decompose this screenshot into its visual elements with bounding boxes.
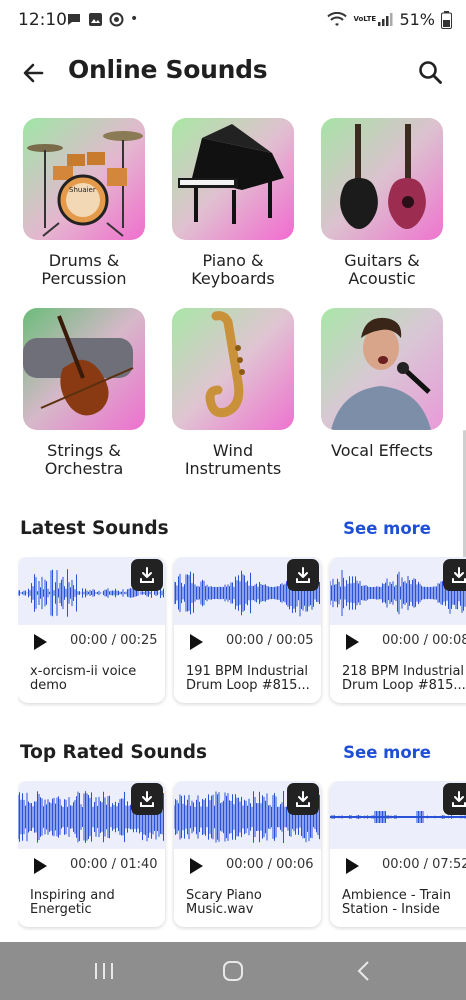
svg-text:Shuaier: Shuaier: [69, 186, 96, 194]
sound-card[interactable]: 00:00 / 00:25 x-orcism-ii voice demo: [18, 557, 165, 703]
search-icon: [419, 61, 442, 84]
play-icon[interactable]: [188, 857, 204, 875]
home-icon[interactable]: [219, 958, 247, 984]
notification-icons: •: [66, 11, 138, 27]
category-strings[interactable]: Strings & Orchestra: [22, 308, 146, 478]
play-icon[interactable]: [188, 633, 204, 651]
play-icon[interactable]: [344, 633, 360, 651]
sound-title: x-orcism-ii voice demo: [30, 664, 137, 693]
top-rated-sounds-row[interactable]: 00:00 / 01:40 Inspiring and Energetic 00…: [18, 781, 466, 931]
duration: 00:00 / 07:52: [382, 857, 466, 872]
back-arrow-icon: [23, 63, 44, 83]
piano-image: [172, 118, 294, 240]
recent-apps-icon[interactable]: [90, 958, 118, 984]
back-nav-icon[interactable]: [350, 958, 378, 984]
download-icon: [296, 791, 310, 807]
status-bar: 12:10 • VoLTE 51%: [0, 0, 466, 42]
category-piano[interactable]: Piano & Keyboards: [171, 118, 295, 288]
chat-icon: [68, 13, 80, 25]
target-icon: [109, 12, 124, 26]
download-icon: [296, 567, 310, 583]
category-label: Guitars & Acoustic: [344, 251, 420, 288]
sound-title: 191 BPM Industrial Drum Loop #815...: [186, 664, 310, 693]
latest-see-more-link[interactable]: See more: [343, 519, 431, 538]
duration: 00:00 / 01:40: [70, 857, 158, 872]
category-label: Drums & Percussion: [41, 251, 127, 288]
download-button[interactable]: [443, 783, 466, 815]
download-button[interactable]: [287, 559, 319, 591]
play-icon[interactable]: [32, 633, 48, 651]
category-label: Vocal Effects: [330, 441, 433, 460]
sound-card[interactable]: 00:00 / 00:05 191 BPM Industrial Drum Lo…: [174, 557, 321, 703]
status-time: 12:10: [18, 10, 67, 30]
category-label: Piano & Keyboards: [191, 251, 275, 288]
notification-dot: •: [130, 11, 139, 27]
download-button[interactable]: [131, 783, 163, 815]
sound-title: Ambience - Train Station - Inside: [342, 888, 451, 917]
signal-icon: [378, 12, 393, 26]
page-title: Online Sounds: [68, 55, 268, 84]
play-icon[interactable]: [344, 857, 360, 875]
top-rated-sounds-title: Top Rated Sounds: [20, 742, 207, 763]
saxophone-image: [172, 308, 294, 430]
download-icon: [452, 791, 466, 807]
sound-card[interactable]: 00:00 / 00:06 Scary Piano Music.wav: [174, 781, 321, 927]
sound-card[interactable]: 00:00 / 07:52 Ambience - Train Station -…: [330, 781, 466, 927]
duration: 00:00 / 00:25: [70, 633, 158, 648]
back-button[interactable]: [18, 56, 52, 90]
sound-card[interactable]: 00:00 / 01:40 Inspiring and Energetic: [18, 781, 165, 927]
sound-title: 218 BPM Industrial Drum Loop #815...: [342, 664, 466, 693]
download-button[interactable]: [443, 559, 466, 591]
status-right: VoLTE 51%: [327, 10, 452, 29]
download-icon: [140, 791, 154, 807]
category-vocal[interactable]: Vocal Effects: [320, 308, 444, 460]
sound-title: Scary Piano Music.wav: [186, 888, 262, 917]
download-icon: [452, 567, 466, 583]
violin-image: [23, 308, 145, 430]
latest-sounds-row[interactable]: 00:00 / 00:25 x-orcism-ii voice demo 00:…: [18, 557, 466, 707]
drums-image: Shuaier: [23, 118, 145, 240]
sound-card[interactable]: 00:00 / 00:08 218 BPM Industrial Drum Lo…: [330, 557, 466, 703]
sound-title: Inspiring and Energetic: [30, 888, 115, 917]
category-wind[interactable]: Wind Instruments: [171, 308, 295, 478]
guitars-image: [321, 118, 443, 240]
download-button[interactable]: [287, 783, 319, 815]
category-drums[interactable]: Shuaier Drums & Percussion: [22, 118, 146, 288]
download-icon: [140, 567, 154, 583]
system-nav-bar: [0, 942, 466, 1000]
duration: 00:00 / 00:08: [382, 633, 466, 648]
search-button[interactable]: [414, 56, 448, 90]
category-guitars[interactable]: Guitars & Acoustic: [320, 118, 444, 288]
download-button[interactable]: [131, 559, 163, 591]
duration: 00:00 / 00:05: [226, 633, 314, 648]
duration: 00:00 / 00:06: [226, 857, 314, 872]
category-label: Strings & Orchestra: [44, 441, 124, 478]
app-bar: Online Sounds: [0, 48, 466, 96]
battery-percent: 51%: [399, 10, 435, 29]
latest-sounds-title: Latest Sounds: [20, 518, 169, 539]
volte-label: VoLTE: [353, 15, 377, 23]
singer-image: [321, 308, 443, 430]
wifi-icon: [327, 12, 348, 26]
gallery-icon: [89, 12, 102, 26]
battery-icon: [441, 10, 452, 29]
category-label: Wind Instruments: [184, 441, 282, 478]
play-icon[interactable]: [32, 857, 48, 875]
top-rated-see-more-link[interactable]: See more: [343, 743, 431, 762]
